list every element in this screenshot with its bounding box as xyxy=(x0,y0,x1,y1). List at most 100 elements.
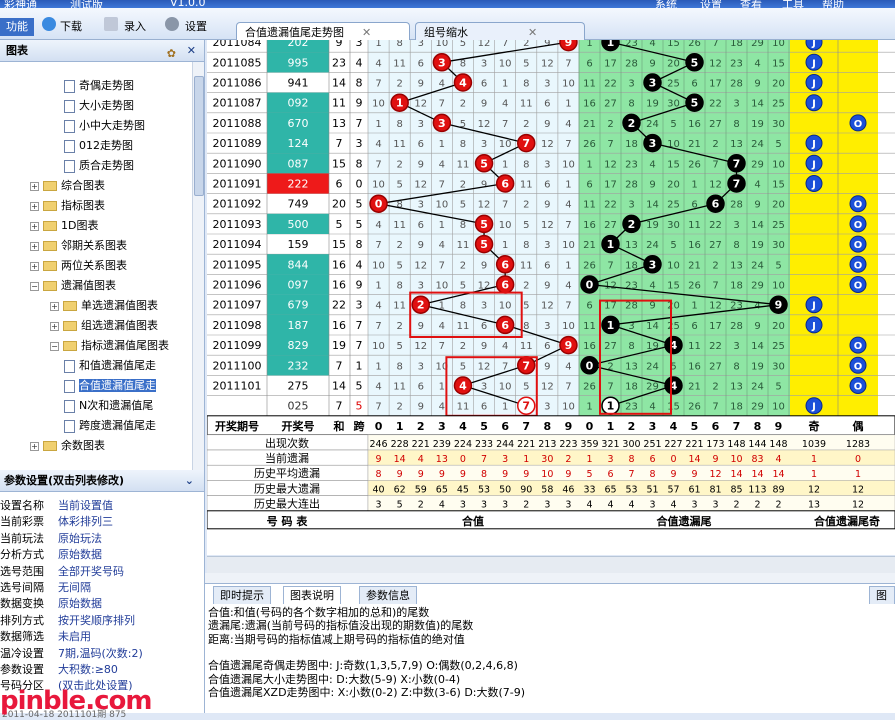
tail-ball-label: 5 xyxy=(691,97,699,110)
tail-miss-value: 18 xyxy=(730,402,743,413)
span-label: 3 xyxy=(356,137,363,150)
settings-button[interactable]: 设置 xyxy=(185,18,207,36)
expand-icon[interactable]: + xyxy=(30,241,39,251)
chart-doc-icon xyxy=(64,99,75,113)
tree-item[interactable]: − 指标遗漏值尾图表 xyxy=(50,336,169,356)
tree-item[interactable]: + 邻期关系图表 xyxy=(30,236,127,256)
span-label: 0 xyxy=(356,178,363,191)
expand-icon[interactable]: + xyxy=(30,221,39,231)
sum-miss-value: 10 xyxy=(372,180,385,191)
tree-item[interactable]: + 指标图表 xyxy=(30,196,105,216)
expand-icon[interactable]: − xyxy=(50,341,59,351)
tree-item[interactable]: N次和遗漏值尾 xyxy=(64,396,153,416)
horizontal-scrollbar[interactable] xyxy=(205,573,895,583)
input-button[interactable]: 录入 xyxy=(124,18,146,36)
span-label: 7 xyxy=(356,339,363,352)
tree-item[interactable]: 合值遗漏值尾走 xyxy=(64,376,156,396)
tree-item[interactable]: + 两位关系图表 xyxy=(30,256,127,276)
stat-value: 3 xyxy=(460,500,466,511)
tree-item[interactable]: + 组选遗漏值图表 xyxy=(50,316,158,336)
function-button[interactable]: 功能 xyxy=(0,18,34,36)
tree-item[interactable]: 012走势图 xyxy=(64,136,133,156)
tree-scrollbar[interactable] xyxy=(192,62,204,470)
tree-item[interactable]: 跨度遗漏值尾走 xyxy=(64,416,156,436)
download-button[interactable]: 下载 xyxy=(60,18,82,36)
span-label: 9 xyxy=(356,279,363,292)
param-row[interactable]: 分析方式 原始数据 xyxy=(0,547,205,563)
tree-item-label: 奇偶走势图 xyxy=(79,79,134,92)
tree-item[interactable]: +1D图表 xyxy=(30,216,98,236)
param-row[interactable]: 数据变换 原始数据 xyxy=(0,596,205,612)
tail-miss-value: 6 xyxy=(586,301,592,312)
param-row[interactable]: 选号范围 全部开奖号码 xyxy=(0,564,205,580)
tail-miss-value: 14 xyxy=(751,341,764,352)
expand-icon[interactable]: + xyxy=(30,261,39,271)
sum-miss-value: 8 xyxy=(396,200,402,211)
tab-chart[interactable]: 图表 xyxy=(869,586,895,604)
stat-value: 14 xyxy=(394,454,406,465)
expand-icon[interactable]: + xyxy=(50,321,59,331)
sum-miss-value: 3 xyxy=(418,119,424,130)
tree-item[interactable]: + 余数图表 xyxy=(30,436,105,456)
chevron-down-icon[interactable]: ⌄ xyxy=(185,470,194,492)
stat-value: 10 xyxy=(541,469,553,480)
close-icon[interactable]: ✕ xyxy=(187,40,196,62)
number-label: 995 xyxy=(288,56,309,69)
stat-value: 4 xyxy=(418,454,424,465)
scroll-thumb[interactable] xyxy=(194,76,204,196)
param-row[interactable]: 数据筛选 未启用 xyxy=(0,629,205,645)
tree-item[interactable]: 大小走势图 xyxy=(64,96,134,116)
param-row[interactable]: 参数设置 大积数:≥80 xyxy=(0,662,205,678)
sum-miss-value: 10 xyxy=(562,240,575,251)
sum-miss-value: 8 xyxy=(396,40,402,49)
close-icon[interactable]: ✕ xyxy=(362,26,371,39)
tree-item[interactable]: 奇偶走势图 xyxy=(64,76,134,96)
tree-item[interactable]: + 综合图表 xyxy=(30,176,105,196)
param-row[interactable]: 设置名称 当前设置值 xyxy=(0,498,205,514)
gear-icon[interactable]: ✿ xyxy=(167,43,176,65)
tab-param-info[interactable]: 参数信息 xyxy=(359,586,417,604)
sum-miss-value: 10 xyxy=(562,79,575,90)
tree-item[interactable]: 质合走势图 xyxy=(64,156,134,176)
param-panel-header: 参数设置(双击列表修改) ⌄ xyxy=(0,470,204,492)
expand-icon[interactable]: + xyxy=(30,181,39,191)
tab-sum-miss-chart[interactable]: 合值遗漏值尾走势图 ✕ xyxy=(236,22,410,42)
tree-item[interactable]: 小中大走势图 xyxy=(64,116,145,136)
tab-instant-tips[interactable]: 即时提示 xyxy=(213,586,271,604)
header-digit: 4 xyxy=(459,420,467,433)
number-label: 679 xyxy=(288,299,309,312)
tree-item[interactable]: 和值遗漏值尾走 xyxy=(64,356,156,376)
expand-icon[interactable]: + xyxy=(50,301,59,311)
expand-icon[interactable]: − xyxy=(30,281,39,291)
param-row[interactable]: 排列方式 按开奖顺序排列 xyxy=(0,613,205,629)
close-icon[interactable]: ✕ xyxy=(528,26,537,39)
param-row[interactable]: 当前玩法 原始玩法 xyxy=(0,531,205,547)
tree-item[interactable]: − 遗漏值图表 xyxy=(30,276,116,296)
expand-icon[interactable]: + xyxy=(30,201,39,211)
tree-item-label: 小中大走势图 xyxy=(79,119,145,132)
tail-ball-label: 2 xyxy=(628,117,636,130)
sum-miss-value: 11 xyxy=(520,341,533,352)
expand-icon[interactable]: + xyxy=(30,441,39,451)
tail-miss-value: 4 xyxy=(649,159,655,170)
stat-value: 5 xyxy=(586,469,592,480)
sum-miss-value: 4 xyxy=(439,402,445,413)
tail-miss-value: 25 xyxy=(772,220,785,231)
sum-ball-label: 5 xyxy=(480,238,488,251)
tree-item[interactable]: + 单选遗漏值图表 xyxy=(50,296,158,316)
tail-miss-value: 20 xyxy=(772,79,785,90)
stat-value: 244 xyxy=(496,439,514,450)
tail-miss-value: 26 xyxy=(688,40,701,49)
sum-ball-label: 5 xyxy=(480,218,488,231)
tab-group-filter[interactable]: 组号缩水 ✕ xyxy=(415,22,585,42)
tab-chart-description[interactable]: 图表说明 xyxy=(283,586,341,604)
tail-miss-value: 15 xyxy=(667,402,680,413)
param-row[interactable]: 温冷设置 7期,温码(次数:2) xyxy=(0,646,205,662)
param-row[interactable]: 当前彩票 体彩排列三 xyxy=(0,514,205,530)
span-label: 8 xyxy=(356,157,363,170)
tail-miss-value: 5 xyxy=(670,240,676,251)
chart-doc-icon xyxy=(64,159,75,173)
param-row[interactable]: 选号间隔 无间隔 xyxy=(0,580,205,596)
stat-value: 90 xyxy=(520,484,532,495)
sum-miss-value: 10 xyxy=(435,281,448,292)
